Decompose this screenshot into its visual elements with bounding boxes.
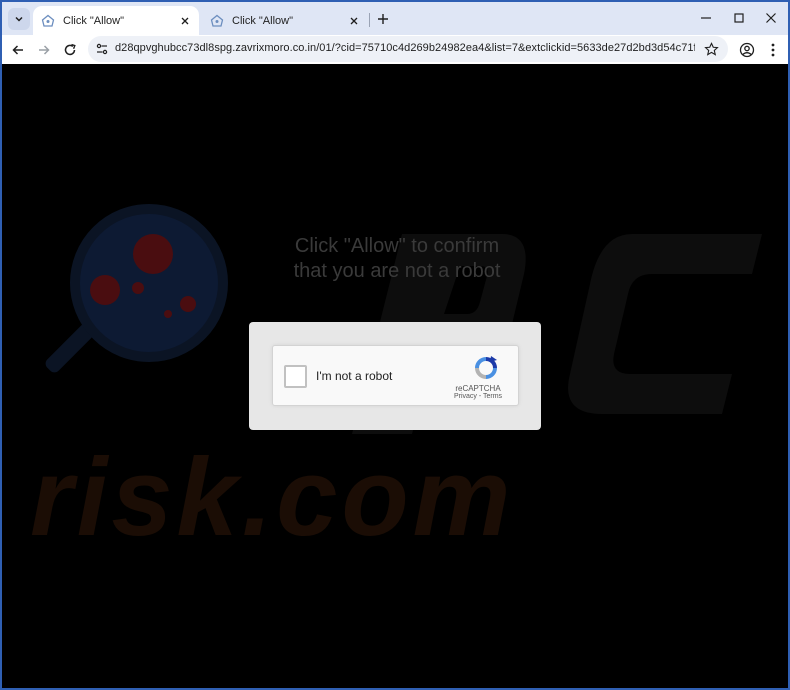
back-button[interactable] <box>7 39 29 61</box>
watermark-dot <box>133 234 173 274</box>
arrow-right-icon <box>39 45 50 55</box>
close-tab-icon[interactable] <box>346 13 362 29</box>
url-text[interactable]: d28qpvghubcc73dl8spg.zavrixmoro.co.in/01… <box>115 42 695 54</box>
tab-search-button[interactable] <box>8 8 30 30</box>
watermark-dot <box>132 282 144 294</box>
arrow-left-icon <box>12 45 23 55</box>
watermark-text: risk.com <box>30 436 515 559</box>
tab-title: Click "Allow" <box>63 14 124 27</box>
recaptcha-widget: I'm not a robot reCAPTCHA Privacy - Term… <box>272 345 519 406</box>
minimize-icon <box>701 17 711 19</box>
message-line-1: Click "Allow" to confirm <box>294 235 500 257</box>
close-tab-icon[interactable] <box>177 13 193 29</box>
tab-strip: Click "Allow" Click "Allow" <box>2 2 788 35</box>
plus-icon <box>378 14 388 24</box>
recaptcha-logo-icon <box>475 356 497 379</box>
recaptcha-brand: reCAPTCHA <box>455 384 501 393</box>
address-bar[interactable]: d28qpvghubcc73dl8spg.zavrixmoro.co.in/01… <box>88 36 728 62</box>
tab-inactive[interactable]: Click "Allow" <box>202 6 368 35</box>
menu-button[interactable] <box>762 39 784 61</box>
profile-icon <box>739 42 755 58</box>
bookmark-star-icon[interactable] <box>702 40 720 58</box>
close-icon <box>766 13 776 23</box>
site-info-icon[interactable] <box>94 41 110 57</box>
favicon-icon <box>40 13 56 29</box>
reload-button[interactable] <box>59 39 81 61</box>
tab-active[interactable]: Click "Allow" <box>33 6 199 35</box>
reload-icon <box>64 43 76 56</box>
watermark-dot <box>90 275 120 305</box>
watermark-dot <box>164 310 172 318</box>
forward-button[interactable] <box>33 39 55 61</box>
page-message: Click "Allow" to confirm that you are no… <box>262 234 532 284</box>
maximize-button[interactable] <box>724 7 754 29</box>
new-tab-button[interactable] <box>373 9 393 29</box>
tab-title: Click "Allow" <box>232 14 293 27</box>
browser-toolbar: d28qpvghubcc73dl8spg.zavrixmoro.co.in/01… <box>2 35 788 64</box>
minimize-button[interactable] <box>691 7 721 29</box>
watermark-dot <box>180 296 196 312</box>
captcha-modal: I'm not a robot reCAPTCHA Privacy - Term… <box>249 322 541 430</box>
profile-button[interactable] <box>736 39 758 61</box>
tab-separator <box>369 13 370 27</box>
recaptcha-checkbox[interactable] <box>284 365 307 388</box>
maximize-icon <box>734 13 744 23</box>
close-window-button[interactable] <box>756 7 786 29</box>
favicon-icon <box>209 13 225 29</box>
browser-window: Click "Allow" Click "Allow" d28qpvghubcc… <box>0 0 790 690</box>
chevron-down-icon <box>15 16 23 22</box>
privacy-link[interactable]: Privacy <box>454 393 477 400</box>
more-vertical-icon <box>771 43 775 57</box>
message-line-2: that you are not a robot <box>293 260 501 282</box>
recaptcha-links: Privacy - Terms <box>443 393 513 400</box>
recaptcha-label: I'm not a robot <box>316 369 393 383</box>
page-content: risk.com Click "Allow" to confirm that y… <box>2 64 788 688</box>
terms-link[interactable]: Terms <box>483 393 502 400</box>
